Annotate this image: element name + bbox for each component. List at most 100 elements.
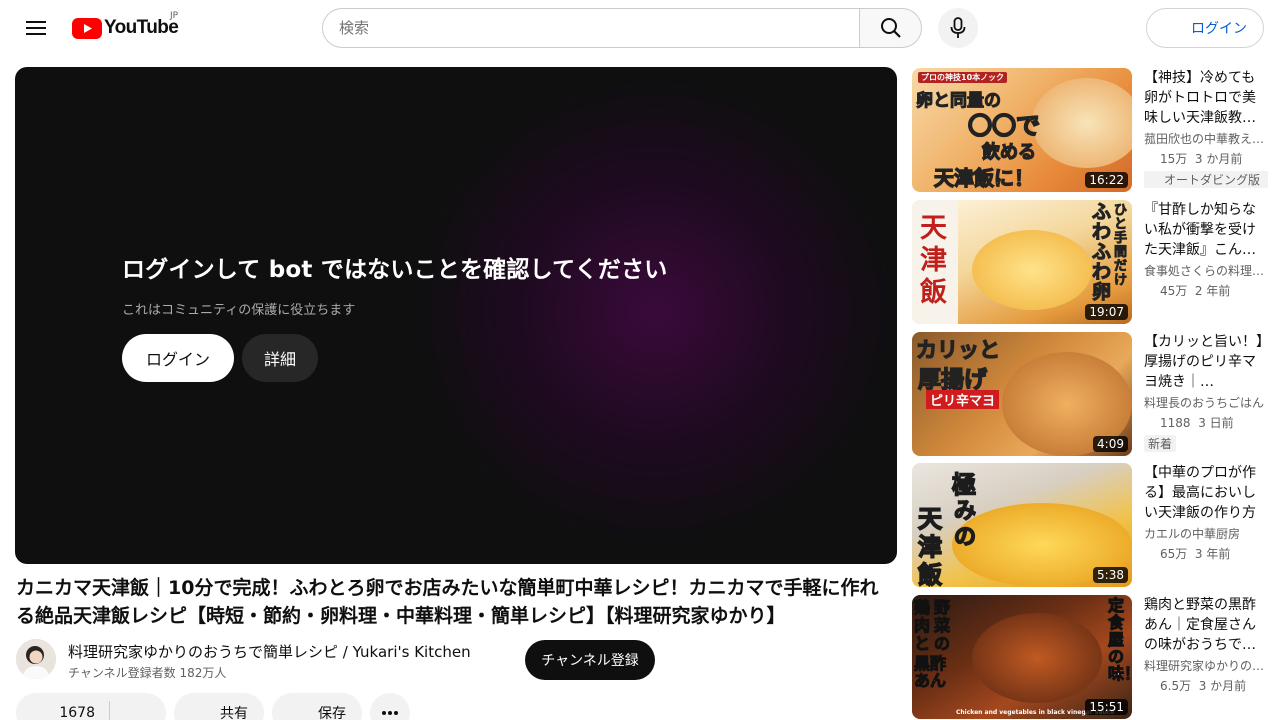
region-code: JP [170,11,179,21]
recommended-video[interactable]: プロの神技10本ノック 卵と同量の 〇〇で 飲める 天津飯に！ 16:22 【神… [912,68,1268,192]
subscribe-button[interactable]: チャンネル登録 [525,640,655,680]
thumbnail-caption: の [953,524,977,551]
like-dislike-pill: 1678 [16,693,166,720]
dislike-button[interactable] [110,693,166,720]
upload-age: 3 日前 [1198,416,1234,430]
recommended-video-meta: 【神技】冷めても卵がトロトロで美味しい天津飯教… 菰田欣也の中華教え… 15万 … [1144,68,1268,188]
video-thumbnail[interactable]: 鶏肉と 野菜の 黒酢あん 定食屋の味！ Chicken and vegetabl… [912,595,1132,719]
thumbnail-caption: 定食屋の味！ [1108,596,1133,683]
bot-check-title: ログインして bot ではないことを確認してください [122,257,668,283]
thumbnail-caption: 黒酢あん [914,654,947,690]
recommended-video-stats: 15万 3 か月前 [1144,150,1268,167]
like-button[interactable]: 1678 [16,701,110,720]
microphone-icon [950,17,966,38]
search-icon [880,18,901,38]
like-count: 1678 [59,705,95,720]
thumbnail-caption: ふわふわ卵 [1092,201,1112,303]
view-count: 6.5万 [1160,679,1192,693]
view-count: 65万 [1160,547,1188,561]
player-login-button[interactable]: ログイン [122,334,234,382]
recommended-video-title[interactable]: 鶏肉と野菜の黒酢あん｜定食屋さんの味がおうちで… [1144,595,1268,655]
avatar-image [16,639,56,679]
video-duration: 15:51 [1085,699,1128,715]
share-button[interactable]: 共有 [174,693,264,720]
video-duration: 16:22 [1085,172,1128,188]
video-duration: 4:09 [1093,436,1128,452]
channel-name[interactable]: 料理研究家ゆかりのおうちで簡単レシピ / Yukari's Kitchen [68,641,471,662]
recommended-video[interactable]: 天 津 飯 ひと手間だけ ふわふわ卵 19:07 『甘酢しか知らない私が衝撃を受… [912,200,1268,324]
thumbnail-caption: プロの神技10本ノック [918,72,1007,83]
video-title: カニカマ天津飯｜10分で完成！ふわとろ卵でお店みたいな簡単町中華レシピ！カニカマ… [16,577,879,627]
view-count: 15万 [1160,152,1188,166]
login-label: ログイン [1191,21,1247,37]
thumbnail-caption: 天津飯に！ [933,165,1034,190]
video-thumbnail[interactable]: 極 み の 天 津 飯 5:38 [912,463,1132,587]
upload-age: 3 か月前 [1198,679,1247,693]
recommended-video-channel[interactable]: 食事処さくらの料理… [1144,262,1268,279]
dish-image [972,230,1092,310]
search-box [322,8,922,48]
video-thumbnail[interactable]: プロの神技10本ノック 卵と同量の 〇〇で 飲める 天津飯に！ 16:22 [912,68,1132,192]
search-button[interactable] [859,8,922,48]
thumbnail-caption: 飯 [920,277,947,308]
recommended-video-meta: 【カリッと旨い！】厚揚げのピリ辛マヨ焼き｜… 料理長のおうちごはん 1188 3… [1144,332,1268,452]
thumbnail-caption: 鶏肉と [914,598,931,653]
recommended-video-channel[interactable]: 料理研究家ゆかりの… [1144,657,1268,674]
masthead: YouTube JP ログイン [0,0,1280,56]
recommended-video[interactable]: 鶏肉と 野菜の 黒酢あん 定食屋の味！ Chicken and vegetabl… [912,595,1268,719]
upload-age: 2 年前 [1194,284,1231,298]
youtube-play-logo-icon [72,17,102,39]
new-badge: 新着 [1144,435,1177,452]
recommended-video[interactable]: カリッと 厚揚げ ピリ辛マヨ 4:09 【カリッと旨い！】厚揚げのピリ辛マヨ焼き… [912,332,1268,456]
upload-age: 3 か月前 [1194,152,1243,166]
recommended-video-title[interactable]: 『甘酢しか知らない私が衝撃を受けた天津飯』こん… [1144,200,1268,260]
thumbnail-caption: ひと手間だけ [1114,203,1128,288]
recommended-video-stats: 6.5万 3 か月前 [1144,677,1268,694]
player-details-button[interactable]: 詳細 [242,334,318,382]
recommended-video-meta: 『甘酢しか知らない私が衝撃を受けた天津飯』こん… 食事処さくらの料理… 45万 … [1144,200,1268,299]
video-thumbnail[interactable]: カリッと 厚揚げ ピリ辛マヨ 4:09 [912,332,1132,456]
recommended-video-stats: 65万 3 年前 [1144,545,1268,562]
recommended-video-title[interactable]: 【神技】冷めても卵がトロトロで美味しい天津飯教… [1144,68,1268,128]
recommended-video-channel[interactable]: 料理長のおうちごはん [1144,394,1268,411]
recommended-video-title[interactable]: 【カリッと旨い！】厚揚げのピリ辛マヨ焼き｜… [1144,332,1268,392]
more-horizontal-icon [382,711,398,715]
logo-text: YouTube [104,17,179,38]
youtube-logo[interactable]: YouTube [72,16,179,40]
thumbnail-caption: 飲める [981,141,1036,163]
hamburger-menu-icon [26,21,46,35]
search-input[interactable] [322,8,859,48]
save-button[interactable]: 保存 [272,693,362,720]
thumbnail-caption: 飯 [917,560,943,587]
dish-image [1032,78,1132,168]
recommended-video-meta: 鶏肉と野菜の黒酢あん｜定食屋さんの味がおうちで… 料理研究家ゆかりの… 6.5万… [1144,595,1268,694]
bot-check-subtitle: これはコミュニティの保護に役立ちます [122,303,356,318]
thumbnail-caption: 〇〇で [967,111,1041,141]
recommended-video-title[interactable]: 【中華のプロが作る】最高においしい天津飯の作り方 [1144,463,1268,523]
recommended-video[interactable]: 極 み の 天 津 飯 5:38 【中華のプロが作る】最高においしい天津飯の作り… [912,463,1268,587]
header-login-button[interactable]: ログイン [1146,8,1264,48]
channel-subscriber-count: チャンネル登録者数 182万人 [68,666,227,680]
video-player[interactable]: ログインして bot ではないことを確認してください これはコミュニティの保護に… [15,67,897,564]
more-actions-button[interactable] [370,693,410,720]
view-count: 45万 [1160,284,1188,298]
channel-avatar[interactable] [16,639,56,679]
share-label: 共有 [220,706,248,720]
thumbnail-caption: 厚揚げ [917,366,987,393]
recommended-video-channel[interactable]: カエルの中華厨房 [1144,525,1268,542]
upload-age: 3 年前 [1194,547,1231,561]
view-count: 1188 [1160,416,1191,430]
video-thumbnail[interactable]: 天 津 飯 ひと手間だけ ふわふわ卵 19:07 [912,200,1132,324]
recommended-video-stats: 1188 3 日前 [1144,414,1268,431]
auto-dubbed-badge: オートダビング版 [1144,171,1268,188]
video-duration: 19:07 [1085,304,1128,320]
thumbnail-caption: 野菜の [934,598,951,653]
save-label: 保存 [318,706,346,720]
recommended-video-channel[interactable]: 菰田欣也の中華教え… [1144,130,1268,147]
recommended-video-stats: 45万 2 年前 [1144,282,1268,299]
video-duration: 5:38 [1093,567,1128,583]
voice-search-button[interactable] [938,8,978,48]
guide-menu-button[interactable] [16,8,56,48]
thumbnail-caption: ピリ辛マヨ [926,390,1000,409]
dish-image [972,613,1102,703]
